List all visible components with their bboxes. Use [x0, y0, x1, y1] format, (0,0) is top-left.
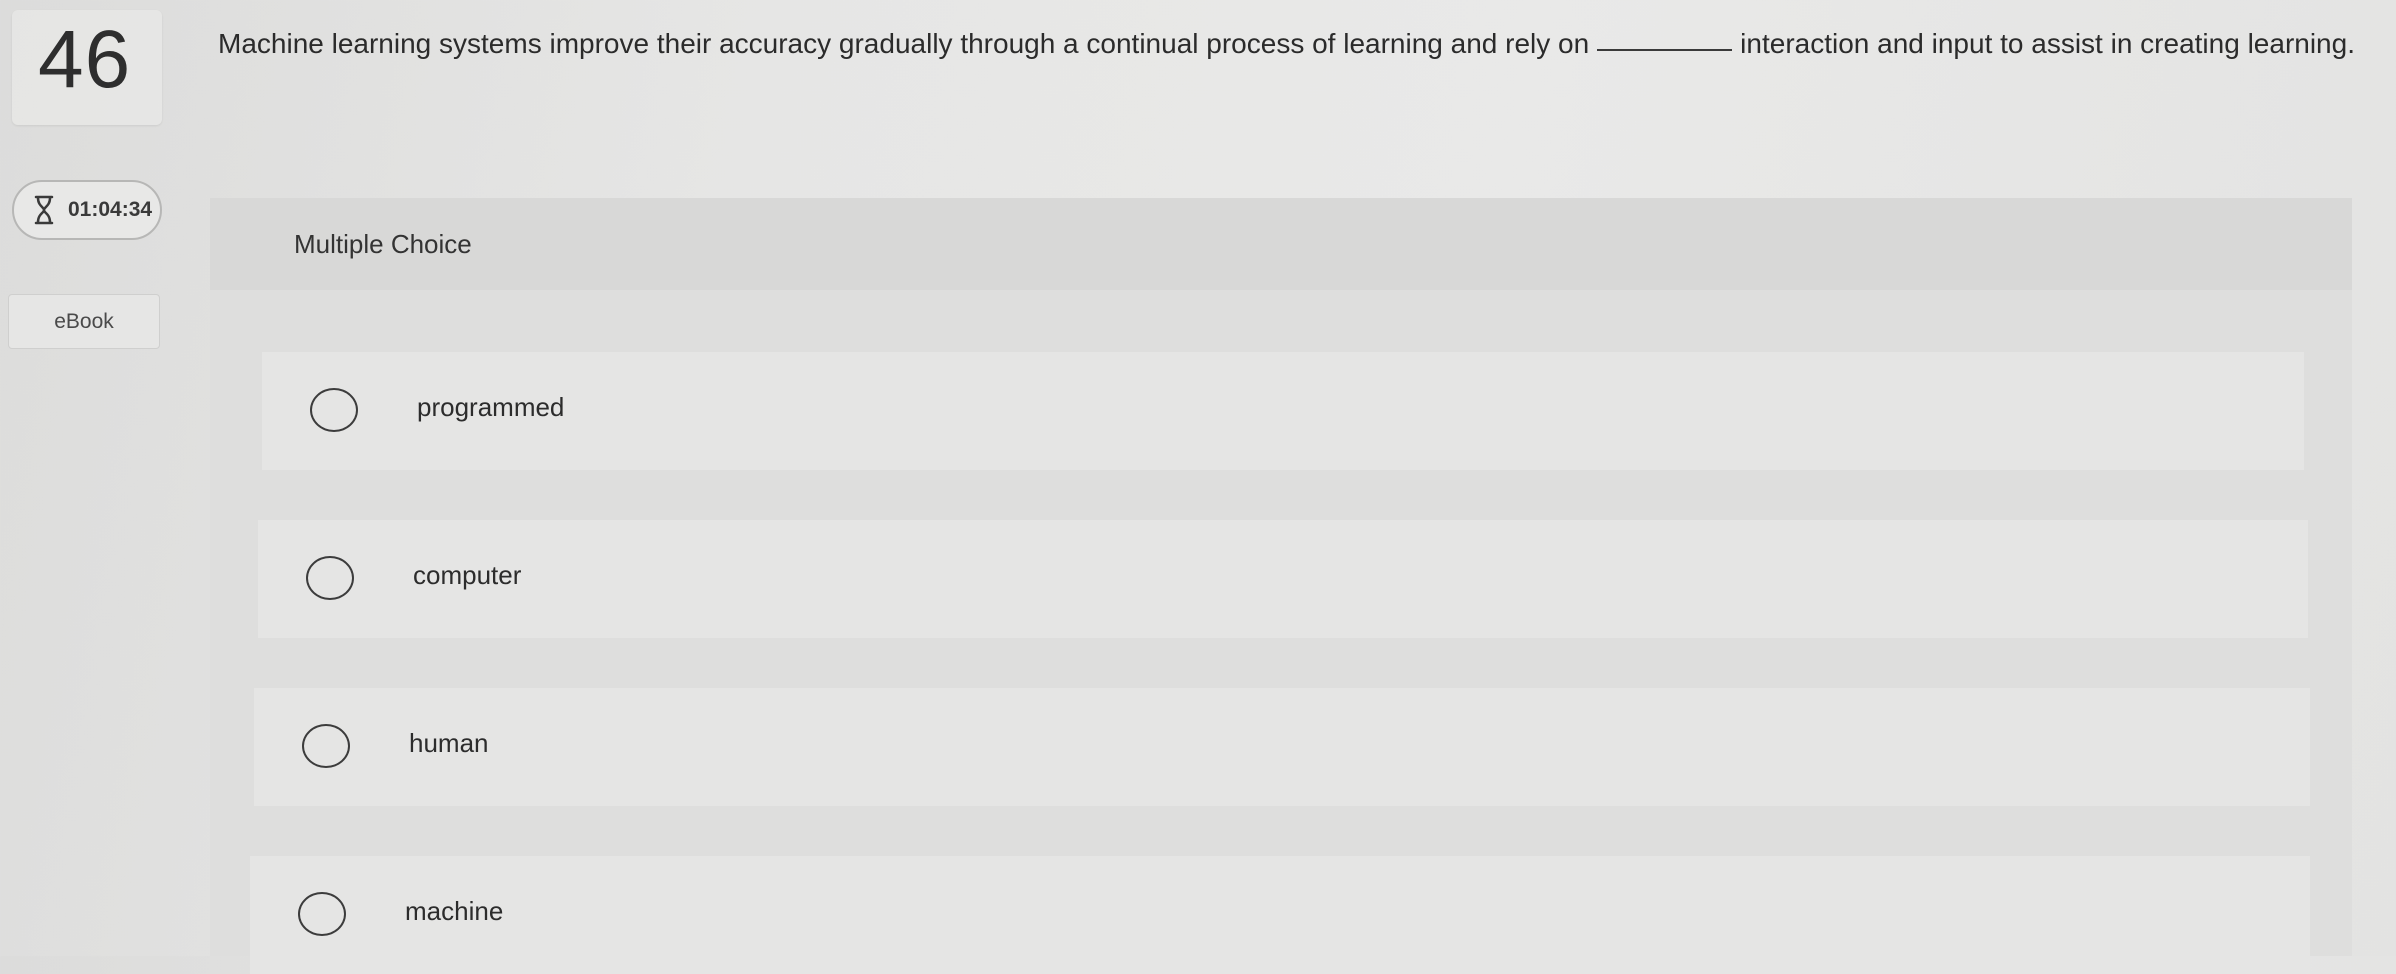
choice-option-machine[interactable]: machine [250, 856, 2310, 974]
radio-button[interactable] [306, 556, 354, 600]
multiple-choice-panel: Multiple Choice programmed computer huma… [210, 198, 2352, 974]
question-text: Machine learning systems improve their a… [218, 26, 2368, 62]
question-number: 46 [38, 14, 132, 105]
choice-label: programmed [417, 392, 565, 422]
choice-option-human[interactable]: human [254, 688, 2310, 806]
question-text-after: interaction and input to assist in creat… [1740, 28, 2355, 59]
question-number-box: 46 [12, 10, 162, 125]
hourglass-icon [34, 195, 54, 225]
choice-label: human [409, 728, 489, 758]
timer[interactable]: 01:04:34 [12, 180, 162, 240]
choice-label: computer [413, 560, 522, 590]
panel-header: Multiple Choice [210, 198, 2352, 290]
radio-button[interactable] [310, 388, 358, 432]
ebook-button[interactable]: eBook [8, 294, 160, 349]
answer-blank [1597, 49, 1733, 51]
radio-button[interactable] [302, 724, 350, 768]
choice-label: machine [405, 896, 504, 926]
question-text-before: Machine learning systems improve their a… [218, 28, 1590, 59]
choice-option-computer[interactable]: computer [258, 520, 2308, 638]
panel-title: Multiple Choice [294, 228, 472, 259]
choice-option-programmed[interactable]: programmed [262, 352, 2304, 470]
timer-value: 01:04:34 [68, 198, 153, 221]
radio-button[interactable] [298, 892, 346, 936]
